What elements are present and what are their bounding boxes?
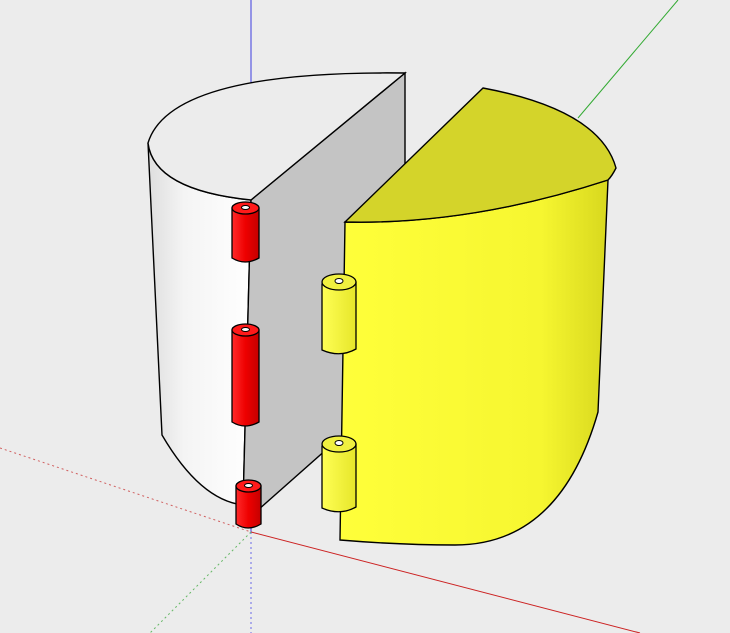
yellow-knuckle-lower[interactable] — [321, 435, 357, 513]
red-knuckle-bottom[interactable] — [235, 479, 262, 529]
red-knuckle-middle[interactable] — [231, 323, 260, 427]
yellow-front-face — [339, 179, 609, 546]
red-knuckle-top[interactable] — [231, 201, 260, 263]
scene-canvas — [0, 0, 679, 633]
green-axis-negative — [149, 531, 252, 633]
3d-viewport[interactable] — [0, 0, 730, 633]
red-axis — [250, 531, 641, 633]
yellow-knuckle-upper[interactable] — [321, 273, 357, 355]
green-axis — [577, 0, 679, 119]
